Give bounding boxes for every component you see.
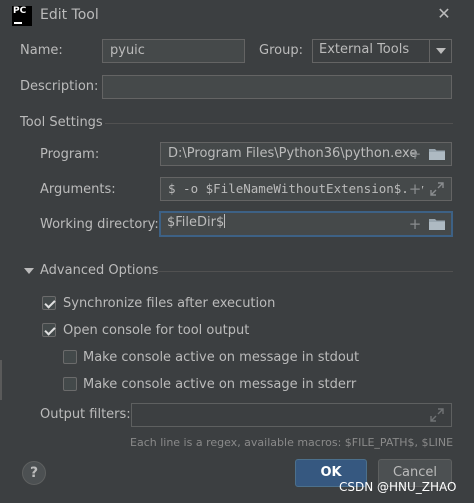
program-value: D:\Program Files\Python36\python.exe [168, 146, 418, 161]
browse-folder-icon[interactable] [429, 218, 445, 230]
description-input[interactable] [102, 75, 452, 99]
console-stderr-checkbox[interactable] [63, 377, 77, 391]
pycharm-app-icon: PC [12, 6, 32, 26]
console-stdout-checkbox[interactable] [63, 350, 77, 364]
arguments-value: $ -o $FileNameWithoutExtension$.py [168, 181, 424, 196]
collapse-triangle-icon[interactable] [24, 268, 34, 274]
group-dropdown[interactable]: External Tools [312, 39, 452, 63]
sync-files-label[interactable]: Synchronize files after execution [63, 296, 275, 311]
window-edge [0, 360, 6, 400]
name-label: Name: [20, 43, 63, 58]
arguments-label: Arguments: [40, 182, 116, 197]
app-icon-text: PC [13, 6, 27, 16]
working-directory-value: $FileDir$ [167, 215, 225, 230]
output-filters-hint: Each line is a regex, available macros: … [130, 436, 453, 449]
tool-settings-heading: Tool Settings [20, 115, 103, 130]
open-console-label[interactable]: Open console for tool output [63, 323, 249, 338]
output-filters-input[interactable] [131, 403, 452, 427]
csdn-watermark: CSDN @HNU_ZHAO [339, 480, 457, 494]
open-console-checkbox[interactable] [42, 323, 56, 337]
edit-tool-dialog: PC Edit Tool ✕ Name: pyuic Group: Extern… [0, 0, 474, 503]
name-input[interactable]: pyuic [102, 39, 245, 63]
advanced-options-divider [156, 271, 453, 272]
advanced-options-heading[interactable]: Advanced Options [40, 263, 159, 278]
working-directory-label: Working directory: [40, 217, 159, 232]
output-filters-label: Output filters: [40, 407, 131, 422]
help-icon[interactable]: ? [22, 461, 46, 485]
expand-icon[interactable] [430, 408, 444, 422]
console-stderr-label[interactable]: Make console active on message in stderr [83, 377, 356, 392]
browse-folder-icon[interactable] [429, 148, 445, 160]
chevron-down-icon[interactable] [429, 40, 451, 62]
dialog-title: Edit Tool [40, 7, 99, 23]
sync-files-checkbox[interactable] [42, 296, 56, 310]
insert-macro-plus-icon[interactable]: + [408, 181, 422, 197]
close-icon[interactable]: ✕ [436, 5, 452, 23]
description-label: Description: [20, 79, 99, 94]
expand-icon[interactable] [430, 182, 444, 196]
group-label: Group: [259, 43, 303, 58]
insert-macro-plus-icon[interactable]: + [408, 216, 422, 232]
insert-macro-plus-icon[interactable]: + [408, 146, 422, 162]
tool-settings-divider [105, 123, 453, 124]
console-stdout-label[interactable]: Make console active on message in stdout [83, 350, 359, 365]
program-label: Program: [40, 147, 100, 162]
group-dropdown-value: External Tools [319, 42, 410, 57]
